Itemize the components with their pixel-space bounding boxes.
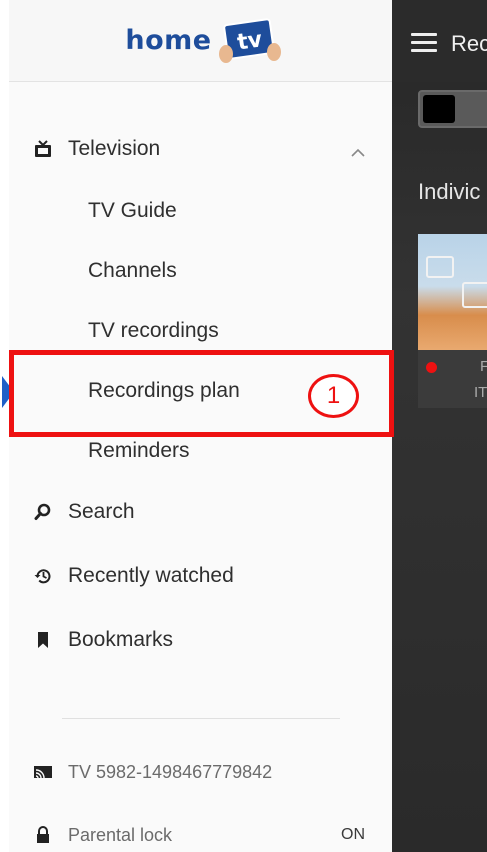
logo-tv-badge: tv [218,16,282,66]
cast-icon [33,763,53,781]
nav-item-bookmarks[interactable]: Bookmarks [9,618,392,662]
parental-lock-item[interactable]: Parental lock ON [9,817,392,852]
nav-item-television[interactable]: Television [9,127,392,171]
nav-item-label: Bookmarks [68,628,174,651]
parental-lock-value: ON [341,826,365,843]
lock-icon [33,826,53,844]
recording-card[interactable]: F IT [418,234,487,408]
parental-lock-label: Parental lock [68,824,173,845]
chevron-up-icon[interactable] [351,142,365,157]
device-item[interactable]: TV 5982-1498467779842 [9,754,392,790]
menu-icon[interactable] [411,33,437,53]
tv-icon [34,140,52,158]
logo-badge-text: tv [235,27,264,55]
step-number-badge: 1 [308,374,359,418]
nav-item-search[interactable]: Search [9,490,392,534]
nav-item-channels[interactable]: Channels [9,249,392,293]
section-title: Indivic [418,179,481,204]
page-title: Rec [451,31,487,56]
nav-item-tv-guide[interactable]: TV Guide [9,189,392,233]
drawer-divider [62,718,340,719]
nav-item-label: TV Guide [88,199,177,222]
main-content: Rec Indivic F IT [392,0,487,852]
recording-thumbnail [418,234,487,350]
nav-item-label: Television [68,137,161,160]
recording-dot-icon [426,362,437,373]
app-logo[interactable]: home tv [125,16,281,66]
card-title: F [480,358,487,375]
search-icon [34,503,52,521]
toggle-knob [423,95,455,123]
history-icon [34,567,52,585]
nav-item-tv-recordings[interactable]: TV recordings [9,309,392,353]
nav-item-label: Reminders [88,439,190,462]
drawer-header: home tv [9,0,392,82]
nav-item-label: Channels [88,259,177,282]
bookmark-icon [34,631,52,649]
toolbar: Rec [392,0,487,82]
nav-item-label: Search [68,500,135,523]
device-label: TV 5982-1498467779842 [68,761,273,782]
view-toggle[interactable] [418,90,487,128]
nav-item-label: TV recordings [88,319,219,342]
logo-word: home [125,25,212,56]
card-subtitle: IT [474,384,487,401]
nav-item-recently-watched[interactable]: Recently watched [9,554,392,598]
nav-item-label: Recently watched [68,564,234,587]
